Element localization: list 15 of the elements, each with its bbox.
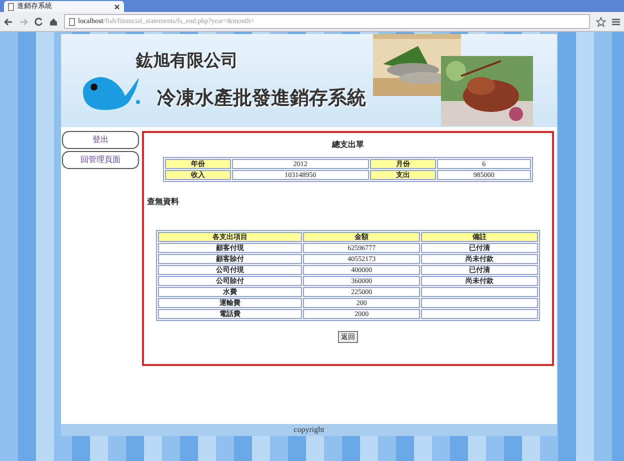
back-icon[interactable]: [4, 18, 13, 26]
page-icon: [69, 18, 75, 26]
system-title: 冷凍水產批發進銷存系統: [157, 86, 366, 111]
home-icon[interactable]: [49, 17, 58, 26]
report-title: 總支出單: [332, 139, 364, 151]
notice-text: 查無資料: [147, 196, 179, 208]
sidebar-button[interactable]: 回管理頁面: [62, 151, 139, 169]
star-icon[interactable]: [596, 16, 606, 26]
close-icon[interactable]: [114, 4, 120, 10]
page-icon: [8, 2, 14, 10]
reload-icon[interactable]: [34, 17, 43, 26]
menu-icon[interactable]: [612, 18, 620, 26]
copyright-text: copyright: [294, 424, 324, 436]
company-name: 鈜旭有限公司: [136, 50, 239, 72]
sidebar-button[interactable]: 登出: [62, 131, 139, 149]
